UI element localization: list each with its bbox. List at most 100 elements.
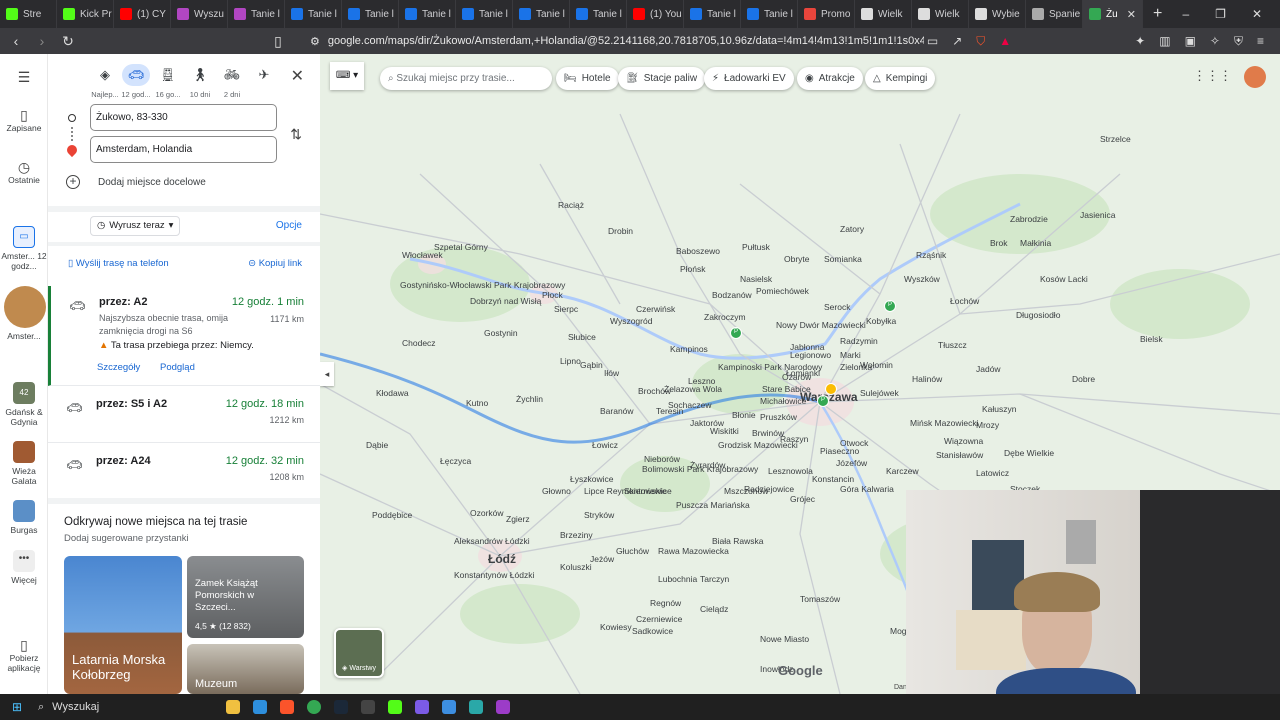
mode-walk[interactable]: 🚶︎ 10 dni [183, 64, 217, 99]
wallet-icon[interactable]: ▣ [1185, 34, 1196, 49]
input-tools-button[interactable]: ⌨ ▾ [330, 62, 364, 90]
add-destination[interactable]: + Dodaj miejsce docelowe [66, 175, 206, 189]
browser-tab[interactable]: Tanie l [399, 0, 456, 28]
browser-tab[interactable]: Promo [798, 0, 855, 28]
chip-attractions[interactable]: ◉ Atrakcje [797, 67, 863, 90]
menu-icon[interactable]: ≡ [1257, 34, 1264, 49]
preview-link[interactable]: Podgląd [160, 362, 195, 373]
kick-icon[interactable] [388, 700, 402, 714]
details-link[interactable]: Szczegóły [97, 362, 140, 373]
file-explorer-icon[interactable] [226, 700, 240, 714]
browser-tab[interactable]: Stre [0, 0, 57, 28]
obs-icon[interactable] [361, 700, 375, 714]
destination-input[interactable]: Amsterdam, Holandia [90, 136, 277, 163]
chip-ev[interactable]: ⚡︎ Ładowarki EV [704, 67, 794, 90]
app-icon[interactable] [469, 700, 483, 714]
close-directions-icon[interactable]: ✕ [291, 66, 304, 86]
route-option-3[interactable]: 🚗︎ przez: A24 12 godz. 32 min 1208 km [48, 443, 320, 499]
url-bar[interactable]: ⚙ google.com/maps/dir/Żukowo/Amsterdam,+… [304, 30, 924, 52]
maximize-icon[interactable]: ❐ [1215, 7, 1226, 21]
poi-marker-icon[interactable]: P [730, 327, 742, 339]
mode-transit[interactable]: 🚆︎ 16 go... [151, 64, 185, 99]
account-avatar[interactable] [1244, 66, 1266, 88]
poi-marker-icon[interactable]: P [884, 300, 896, 312]
browser-tab[interactable]: Tanie l [570, 0, 627, 28]
browser-tab[interactable]: Tanie l [456, 0, 513, 28]
app-icon[interactable] [442, 700, 456, 714]
browser-tab[interactable]: (1) You [627, 0, 684, 28]
vpn-icon[interactable]: ⛨ [1234, 34, 1243, 49]
brave-icon[interactable] [280, 700, 294, 714]
layers-button[interactable]: ◈ Warstwy [334, 628, 384, 678]
place-card-zamek[interactable]: Zamek Książąt Pomorskich w Szczeci... 4,… [187, 556, 304, 638]
tab-close-icon[interactable]: ✕ [1127, 8, 1136, 21]
rail-more[interactable]: ••• Więcej [0, 550, 48, 585]
mode-flight[interactable]: ✈ [247, 64, 281, 90]
google-apps-icon[interactable]: ⋮⋮⋮ [1193, 68, 1232, 84]
back-icon[interactable]: ‹ [6, 33, 26, 49]
browser-tab[interactable]: Wybie [969, 0, 1026, 28]
tab-active[interactable]: Żu ✕ [1083, 0, 1143, 28]
mode-car[interactable]: 🚗︎ 12 god... [119, 64, 153, 99]
send-to-phone-link[interactable]: ▯ Wyślij trasę na telefon [68, 258, 169, 269]
browser-tab[interactable]: Wielk [912, 0, 969, 28]
swap-icon[interactable]: ⇅ [290, 126, 302, 143]
rail-gdansk[interactable]: 42 Gdańsk & Gdynia [0, 382, 48, 427]
share-icon[interactable]: ↗ [952, 34, 962, 49]
close-window-icon[interactable]: ✕ [1252, 7, 1262, 21]
new-tab-button[interactable]: + [1143, 5, 1172, 23]
browser-tab[interactable]: Kick Pr [57, 0, 114, 28]
brave-shield-icon[interactable]: ⛉ [976, 34, 985, 49]
route-option-1[interactable]: 🚗︎ przez: A2 12 godz. 1 min Najszybsza o… [48, 286, 320, 386]
taskbar-search[interactable]: ⌕ Wyszukaj [38, 701, 218, 714]
place-card-latarnia[interactable]: Latarnia Morska Kołobrzeg [64, 556, 182, 694]
screen-icon[interactable]: ▭ [927, 34, 938, 49]
chip-hotels[interactable]: 🛏︎ Hotele [556, 67, 619, 90]
browser-tab[interactable]: Tanie l [513, 0, 570, 28]
rail-saved[interactable]: ▯ Zapisane [0, 108, 48, 133]
place-card-muzeum[interactable]: Muzeum [187, 644, 304, 694]
bookmark-icon[interactable]: ▯ [268, 33, 288, 50]
edge-icon[interactable] [253, 700, 267, 714]
poi-marker-icon[interactable] [825, 383, 837, 395]
mode-bike[interactable]: 🚲︎ 2 dni [215, 64, 249, 99]
extensions-icon[interactable]: ✦ [1135, 34, 1145, 49]
browser-tab[interactable]: (1) CY [114, 0, 171, 28]
browser-tab[interactable]: Wielk [855, 0, 912, 28]
browser-tab[interactable]: Tanie l [684, 0, 741, 28]
steam-icon[interactable] [334, 700, 348, 714]
sidebar-icon[interactable]: ▥ [1159, 34, 1170, 49]
app-icon[interactable] [496, 700, 510, 714]
rail-amsterdam-2[interactable]: Amster... [0, 286, 48, 341]
options-button[interactable]: Opcje [276, 220, 302, 231]
chrome-icon[interactable] [307, 700, 321, 714]
copy-link-button[interactable]: ⊝ Kopiuj link [248, 258, 302, 269]
rail-recent[interactable]: ◷ Ostatnie [0, 160, 48, 185]
rail-galata[interactable]: Wieża Galata [0, 441, 48, 486]
browser-tab[interactable]: Wyszu [171, 0, 228, 28]
rail-amsterdam-route[interactable]: ▭ Amster... 12 godz... [0, 226, 48, 271]
chip-gas[interactable]: ⛽︎ Stacje paliw [618, 67, 706, 90]
browser-tab[interactable]: Tanie l [342, 0, 399, 28]
mode-best[interactable]: ◈ Najlep... [88, 64, 122, 99]
poi-marker-icon[interactable]: P [817, 395, 829, 407]
chip-camping[interactable]: △ Kempingi [865, 67, 936, 90]
route-option-2[interactable]: 🚗︎ przez: S5 i A2 12 godz. 18 min 1212 k… [48, 386, 320, 443]
discord-icon[interactable] [415, 700, 429, 714]
minimize-icon[interactable]: – [1182, 7, 1189, 21]
windows-start-icon[interactable]: ⊞ [8, 700, 26, 714]
leo-icon[interactable]: ✧ [1210, 34, 1220, 49]
browser-tab[interactable]: Tanie l [741, 0, 798, 28]
browser-tab[interactable]: Tanie l [228, 0, 285, 28]
depart-now-dropdown[interactable]: ◷ Wyrusz teraz ▾ [90, 216, 181, 236]
browser-tab[interactable]: Tanie l [285, 0, 342, 28]
reload-icon[interactable]: ↻ [58, 33, 78, 50]
collapse-panel-button[interactable]: ◂ [320, 362, 334, 386]
brave-rewards-icon[interactable]: ▲ [999, 34, 1011, 49]
browser-tab[interactable]: Spanie [1026, 0, 1083, 28]
site-info-icon[interactable]: ⚙ [310, 35, 320, 48]
hamburger-menu[interactable]: ☰ [0, 70, 48, 85]
origin-input[interactable]: Żukowo, 83-330 [90, 104, 277, 131]
forward-icon[interactable]: › [32, 33, 52, 49]
rail-burgas[interactable]: Burgas [0, 500, 48, 535]
